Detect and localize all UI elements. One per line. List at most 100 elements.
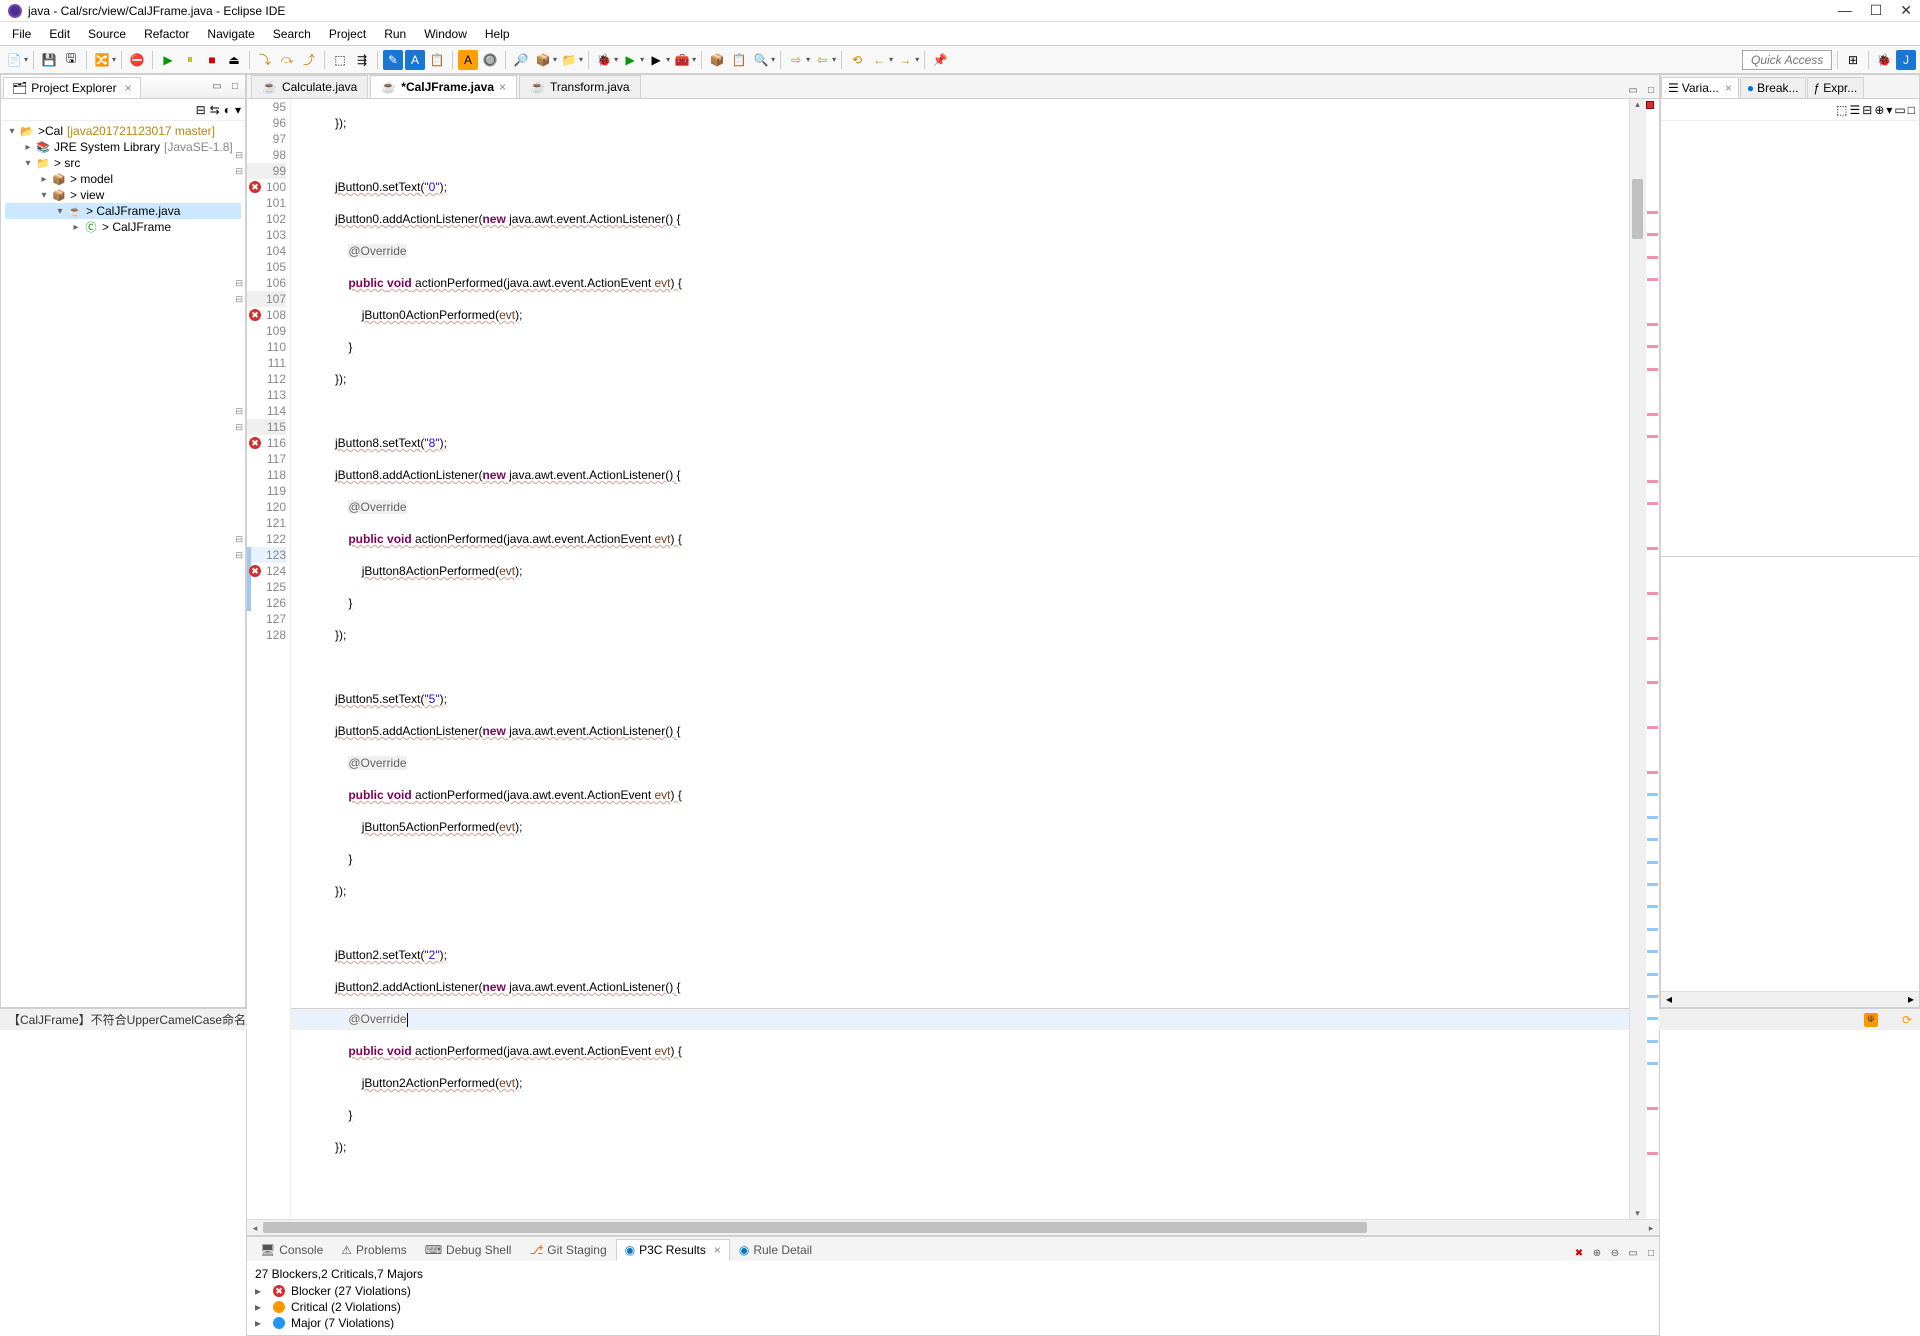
save-all-button[interactable]: 🖫 [61,50,81,70]
new-package-icon[interactable]: 📁 [559,50,579,70]
switch-button[interactable]: 🔀 [92,50,112,70]
debug-perspective-icon[interactable]: 🐞 [1874,50,1894,70]
right-horizontal-scrollbar[interactable]: ◂ ▸ [1661,991,1919,1007]
collapse-all-icon[interactable]: ⊟ [196,103,206,117]
menu-source[interactable]: Source [80,25,134,43]
step-return-icon[interactable]: ⤴ [299,50,319,70]
minimize-view-icon[interactable]: ▭ [1625,82,1641,98]
tab-problems[interactable]: ⚠Problems [332,1239,415,1261]
tree-model[interactable]: ▸ 📦 > model [5,171,241,187]
tab-expressions[interactable]: ƒExpr... [1807,77,1865,98]
prev-annotation-icon[interactable]: ⇦ [812,50,832,70]
menu-file[interactable]: File [4,25,39,43]
view-menu-icon[interactable]: ▾ [235,103,241,117]
code-editor[interactable]: }); jButton0.setText("0"); jButton0.addA… [291,99,1629,1219]
tab-variables[interactable]: ☰Varia...× [1661,77,1739,98]
back-history-icon[interactable]: ← [869,50,889,70]
tab-rule-detail[interactable]: ◉Rule Detail [730,1239,821,1261]
project-explorer-tab[interactable]: 🗂 Project Explorer × [3,77,141,98]
expand-icon[interactable]: ⊕ [1589,1245,1605,1261]
view-menu-icon[interactable]: ▾ [1886,103,1892,117]
toggle-block-icon[interactable]: A [405,50,425,70]
tab-calculate[interactable]: ☕ Calculate.java [251,75,368,98]
editor-gutter[interactable]: 95 96 97 98⊟ 99⊟ ✖100 101 102 103 104 10… [247,99,291,1219]
minimize-view-icon[interactable]: ▭ [1625,1245,1641,1261]
rss-icon[interactable]: ⟱ [1864,1013,1878,1027]
disconnect-icon[interactable]: ⏏ [224,50,244,70]
menu-project[interactable]: Project [321,25,374,43]
use-step-filters-icon[interactable]: ⇶ [352,50,372,70]
java-perspective-icon[interactable]: J [1896,50,1916,70]
close-tab-icon[interactable]: × [499,80,506,94]
tree-src[interactable]: ▾ 📁 > src [5,155,241,171]
tree-view[interactable]: ▾ 📦 > view [5,187,241,203]
error-marker-icon[interactable]: ✖ [249,565,261,577]
tab-console[interactable]: 🖥Console [251,1239,332,1261]
collapse-all-icon[interactable]: ⊟ [1862,103,1872,117]
tree-project[interactable]: ▾ 📂 > Cal [java201721123017 master] [5,123,241,139]
violation-blocker-row[interactable]: ▸✖ Blocker (27 Violations) [255,1283,1651,1299]
overview-ruler[interactable] [1645,99,1659,1219]
close-tab-icon[interactable]: × [714,1243,721,1257]
menu-help[interactable]: Help [477,25,518,43]
tab-breakpoints[interactable]: ●Break... [1740,77,1806,98]
tab-p3c-results[interactable]: ◉P3C Results× [616,1239,730,1261]
tree-jre[interactable]: ▸ 📚 JRE System Library [JavaSE-1.8] [5,139,241,155]
open-perspective-icon[interactable]: ⊞ [1843,50,1863,70]
collapse-icon[interactable]: ⊖ [1607,1245,1623,1261]
close-button[interactable]: ✕ [1900,2,1912,19]
menu-navigate[interactable]: Navigate [199,25,262,43]
minimize-view-icon[interactable]: ▭ [209,79,225,95]
save-button[interactable]: 💾 [39,50,59,70]
tree-caljframe-java[interactable]: ▾ ☕ > CalJFrame.java [5,203,241,219]
quick-access-input[interactable] [1742,50,1832,70]
maximize-view-icon[interactable]: □ [1643,1245,1659,1261]
external-button[interactable]: 🧰 [672,50,692,70]
remove-icon[interactable]: ✖ [1571,1245,1587,1261]
alibaba-scan-icon[interactable]: A [458,50,478,70]
error-marker-icon[interactable]: ✖ [249,309,261,321]
toggle-icon[interactable]: 🔘 [480,50,500,70]
menu-run[interactable]: Run [376,25,414,43]
editor-horizontal-scrollbar[interactable]: ◂ ▸ [247,1219,1659,1235]
new-button[interactable]: 📄 [4,50,24,70]
tab-git-staging[interactable]: ⎇Git Staging [520,1239,615,1261]
terminate-icon[interactable]: ■ [202,50,222,70]
menu-refactor[interactable]: Refactor [136,25,197,43]
suspend-icon[interactable]: ⏸ [180,50,200,70]
add-icon[interactable]: ⊕ [1874,103,1884,117]
minimize-view-icon[interactable]: ▭ [1894,103,1905,117]
coverage-button[interactable]: ▶ [646,50,666,70]
show-logical-icon[interactable]: ☰ [1849,103,1860,117]
editor-vertical-scrollbar[interactable]: ▴ ▾ [1629,99,1645,1219]
error-marker-icon[interactable]: ✖ [249,437,261,449]
menu-edit[interactable]: Edit [41,25,78,43]
violation-major-row[interactable]: ▸ Major (7 Violations) [255,1315,1651,1331]
maximize-view-icon[interactable]: □ [1908,103,1915,117]
run-button[interactable]: ▶ [620,50,640,70]
open-task-icon[interactable]: 📋 [427,50,447,70]
pin-icon[interactable]: 📌 [930,50,950,70]
search2-icon[interactable]: 🔍 [751,50,771,70]
tab-transform[interactable]: ☕ Transform.java [519,75,641,98]
violation-critical-row[interactable]: ▸ Critical (2 Violations) [255,1299,1651,1315]
debug-button[interactable]: 🐞 [594,50,614,70]
menu-search[interactable]: Search [265,25,319,43]
new-java-icon[interactable]: 📦 [533,50,553,70]
menu-window[interactable]: Window [416,25,475,43]
tab-caljframe[interactable]: ☕ *CalJFrame.java × [370,75,517,98]
open-task2-icon[interactable]: 📋 [729,50,749,70]
updates-icon[interactable]: ⟳ [1902,1013,1912,1027]
forward-history-icon[interactable]: → [895,50,915,70]
next-annotation-icon[interactable]: ⇨ [786,50,806,70]
resume-icon[interactable]: ▶ [158,50,178,70]
last-edit-icon[interactable]: ⟲ [847,50,867,70]
focus-task-icon[interactable]: ◐ [224,103,231,117]
link-editor-icon[interactable]: ⇆ [210,103,220,117]
maximize-view-icon[interactable]: □ [1643,82,1659,98]
maximize-view-icon[interactable]: □ [227,79,243,95]
close-view-icon[interactable]: × [125,81,132,95]
tab-debug-shell[interactable]: ⌨Debug Shell [416,1239,521,1261]
step-into-icon[interactable]: ⤵ [255,50,275,70]
drop-frame-icon[interactable]: ⬚ [330,50,350,70]
